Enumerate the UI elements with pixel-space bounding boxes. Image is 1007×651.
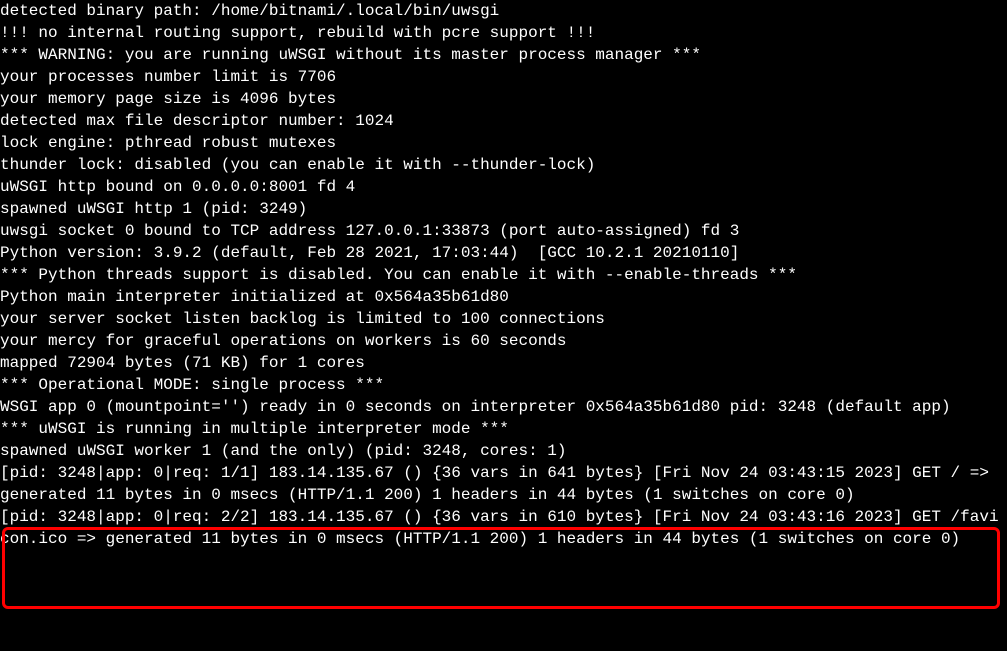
terminal-line: Python version: 3.9.2 (default, Feb 28 2… [0, 242, 1007, 264]
terminal-line: your processes number limit is 7706 [0, 66, 1007, 88]
terminal-line: spawned uWSGI http 1 (pid: 3249) [0, 198, 1007, 220]
terminal-line: Python main interpreter initialized at 0… [0, 286, 1007, 308]
terminal-line: your mercy for graceful operations on wo… [0, 330, 1007, 352]
terminal-line: thunder lock: disabled (you can enable i… [0, 154, 1007, 176]
terminal-line: [pid: 3248|app: 0|req: 1/1] 183.14.135.6… [0, 462, 1007, 506]
terminal-line: *** WARNING: you are running uWSGI witho… [0, 44, 1007, 66]
terminal-line: WSGI app 0 (mountpoint='') ready in 0 se… [0, 396, 1007, 418]
terminal-line: mapped 72904 bytes (71 KB) for 1 cores [0, 352, 1007, 374]
terminal-line: detected max file descriptor number: 102… [0, 110, 1007, 132]
terminal-output[interactable]: detected binary path: /home/bitnami/.loc… [0, 0, 1007, 550]
terminal-line: your memory page size is 4096 bytes [0, 88, 1007, 110]
terminal-line: !!! no internal routing support, rebuild… [0, 22, 1007, 44]
terminal-line: *** Operational MODE: single process *** [0, 374, 1007, 396]
terminal-line: lock engine: pthread robust mutexes [0, 132, 1007, 154]
terminal-line: [pid: 3248|app: 0|req: 2/2] 183.14.135.6… [0, 506, 1007, 550]
terminal-line: your server socket listen backlog is lim… [0, 308, 1007, 330]
terminal-line: *** uWSGI is running in multiple interpr… [0, 418, 1007, 440]
terminal-line: uwsgi socket 0 bound to TCP address 127.… [0, 220, 1007, 242]
terminal-line: *** Python threads support is disabled. … [0, 264, 1007, 286]
terminal-line: uWSGI http bound on 0.0.0.0:8001 fd 4 [0, 176, 1007, 198]
terminal-line: detected binary path: /home/bitnami/.loc… [0, 0, 1007, 22]
terminal-line: spawned uWSGI worker 1 (and the only) (p… [0, 440, 1007, 462]
